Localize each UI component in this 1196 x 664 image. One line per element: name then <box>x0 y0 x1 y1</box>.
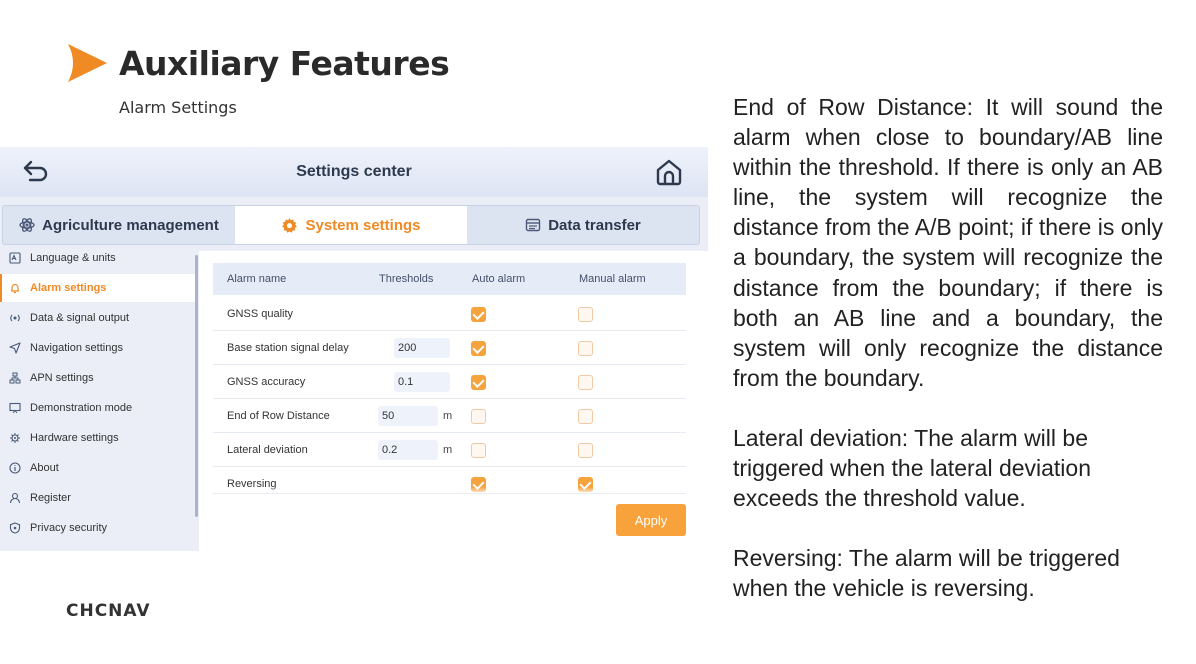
auto-alarm-checkbox[interactable] <box>471 307 486 322</box>
company-logo: CHCNAV <box>66 601 151 621</box>
app-header: Settings center <box>0 147 708 197</box>
sidebar-item-register[interactable]: Register <box>0 484 197 512</box>
settings-app: Settings center Agriculture management S… <box>0 147 708 551</box>
column-header-auto-alarm: Auto alarm <box>472 273 526 285</box>
tab-agriculture-management[interactable]: Agriculture management <box>3 206 235 244</box>
tab-data-transfer[interactable]: Data transfer <box>467 206 699 244</box>
alarm-name: End of Row Distance <box>227 410 330 422</box>
manual-alarm-checkbox[interactable] <box>578 375 593 390</box>
description-end-of-row: End of Row Distance: It will sound the a… <box>733 94 1163 391</box>
sidebar-item-language-units[interactable]: Language & units <box>0 251 197 272</box>
auto-alarm-checkbox[interactable] <box>471 409 486 424</box>
app-title: Settings center <box>296 163 412 180</box>
description-text: End of Row Distance: It will sound the a… <box>733 92 1163 603</box>
table-row: Base station signal delay 200 <box>213 331 686 365</box>
alarm-name: Lateral deviation <box>227 444 308 456</box>
threshold-input[interactable]: 0.1 <box>394 372 450 392</box>
orange-arrow-icon <box>68 44 107 82</box>
description-reversing: Reversing: The alarm will be triggered w… <box>733 545 1120 602</box>
shield-icon <box>8 521 22 535</box>
alarm-name: Base station signal delay <box>227 342 349 354</box>
data-transfer-icon <box>526 218 541 232</box>
sidebar-item-apn-settings[interactable]: APN settings <box>0 364 197 392</box>
sidebar-item-about[interactable]: About <box>0 454 197 482</box>
gear-icon <box>282 217 298 233</box>
tab-bar: Agriculture management System settings D… <box>2 205 700 245</box>
auto-alarm-checkbox[interactable] <box>471 443 486 458</box>
manual-alarm-checkbox[interactable] <box>578 409 593 424</box>
chip-icon <box>8 431 22 445</box>
threshold-unit: m <box>443 410 453 422</box>
table-row: End of Row Distance 50 m <box>213 399 686 433</box>
apply-button[interactable]: Apply <box>616 504 686 536</box>
slide-title: Auxiliary Features <box>119 44 450 83</box>
language-icon <box>8 251 22 265</box>
divider <box>213 493 686 494</box>
sidebar-item-hardware-settings[interactable]: Hardware settings <box>0 424 197 452</box>
table-row: Reversing <box>213 467 686 501</box>
signal-icon <box>8 311 22 325</box>
user-icon <box>8 491 22 505</box>
tab-system-settings[interactable]: System settings <box>235 206 467 244</box>
sidebar-scrollbar[interactable] <box>195 255 198 517</box>
info-icon <box>8 461 22 475</box>
manual-alarm-checkbox[interactable] <box>578 307 593 322</box>
table-header: Alarm name Thresholds Auto alarm Manual … <box>213 263 686 295</box>
manual-alarm-checkbox[interactable] <box>578 443 593 458</box>
presentation-icon <box>8 401 22 415</box>
column-header-alarm-name: Alarm name <box>227 273 287 285</box>
sidebar-item-navigation-settings[interactable]: Navigation settings <box>0 334 197 362</box>
manual-alarm-checkbox[interactable] <box>578 341 593 356</box>
column-header-thresholds: Thresholds <box>379 273 434 285</box>
threshold-input[interactable]: 0.2 <box>378 440 438 460</box>
network-icon <box>8 371 22 385</box>
bell-icon <box>8 281 22 295</box>
sidebar-item-privacy-security[interactable]: Privacy security <box>0 514 197 542</box>
alarm-name: GNSS quality <box>227 308 294 320</box>
column-header-manual-alarm: Manual alarm <box>579 273 646 285</box>
alarm-settings-panel: Alarm name Thresholds Auto alarm Manual … <box>199 251 708 551</box>
sidebar-item-demonstration-mode[interactable]: Demonstration mode <box>0 394 197 422</box>
alarm-name: GNSS accuracy <box>227 376 306 388</box>
slide-subtitle: Alarm Settings <box>119 98 237 117</box>
auto-alarm-checkbox[interactable] <box>471 341 486 356</box>
sidebar-item-data-signal-output[interactable]: Data & signal output <box>0 304 197 332</box>
table-row: Lateral deviation 0.2 m <box>213 433 686 467</box>
threshold-input[interactable]: 200 <box>394 338 450 358</box>
atom-icon <box>19 218 35 232</box>
table-row: GNSS quality <box>213 297 686 331</box>
description-lateral-deviation: Lateral deviation: The alarm will be tri… <box>733 424 1092 512</box>
home-icon[interactable] <box>654 157 684 187</box>
threshold-unit: m <box>443 444 453 456</box>
navigation-icon <box>8 341 22 355</box>
table-row: GNSS accuracy 0.1 <box>213 365 686 399</box>
settings-sidebar: Language & units Alarm settings Data & s… <box>0 251 197 547</box>
auto-alarm-checkbox[interactable] <box>471 375 486 390</box>
threshold-input[interactable]: 50 <box>378 406 438 426</box>
sidebar-item-alarm-settings[interactable]: Alarm settings <box>0 274 197 302</box>
